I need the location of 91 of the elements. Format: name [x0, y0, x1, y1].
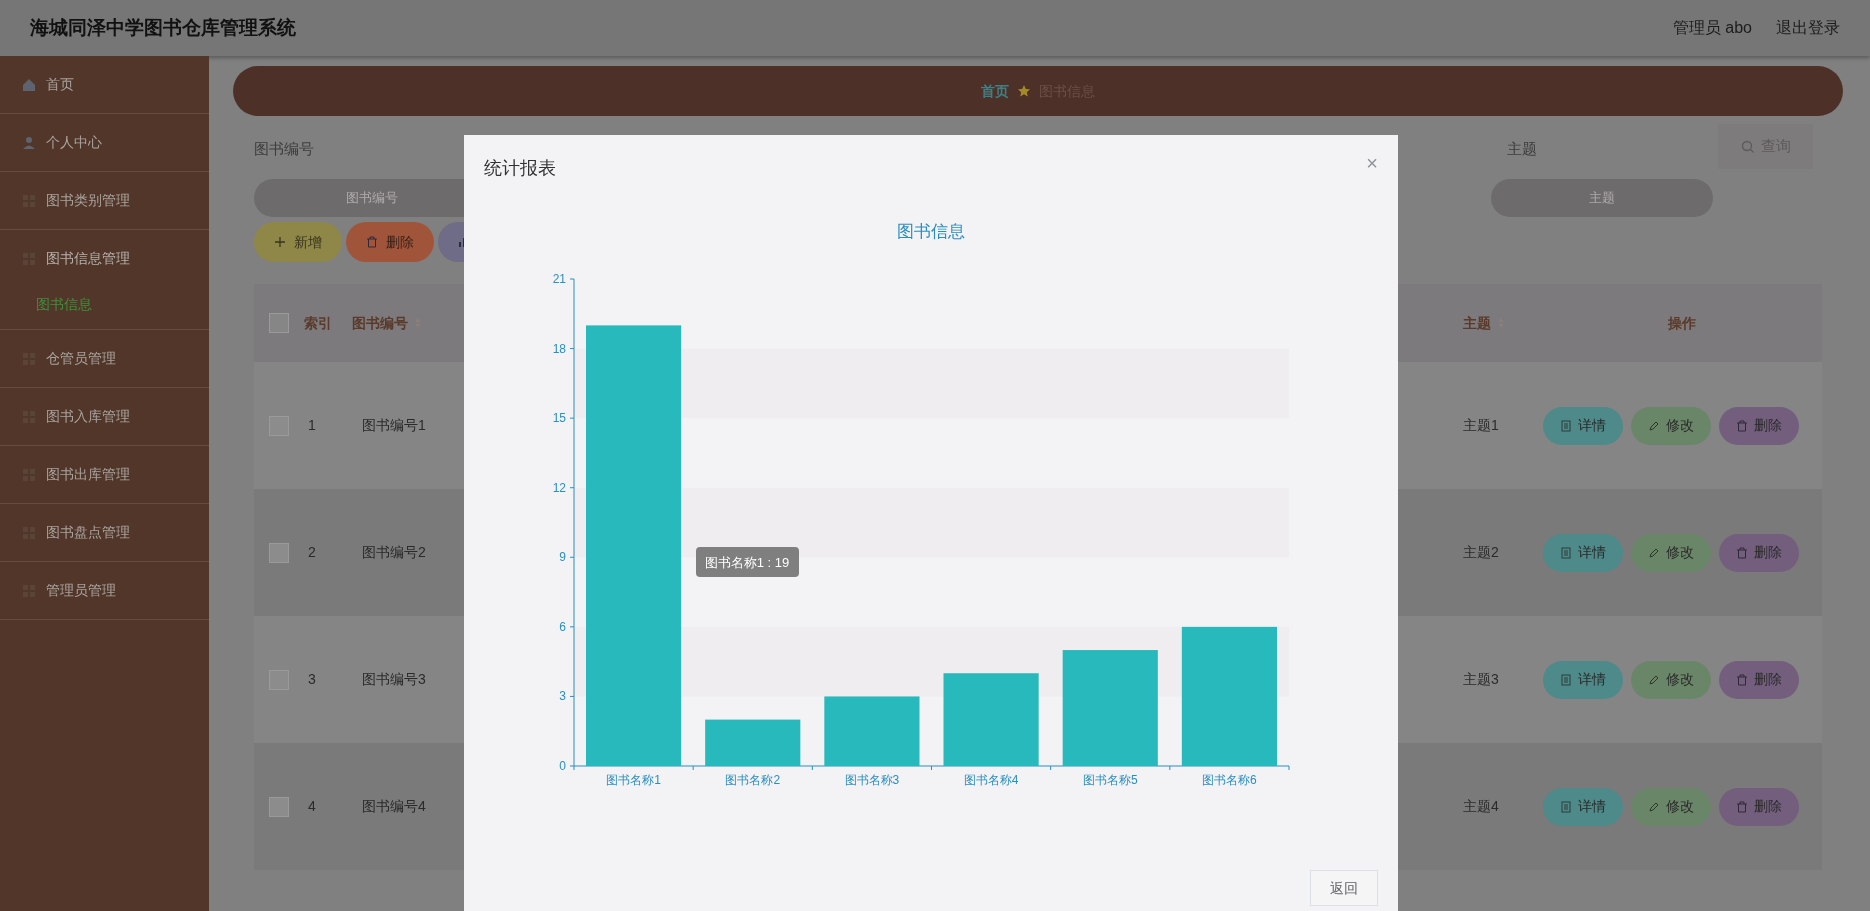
search-icon [1740, 139, 1755, 154]
dialog-title: 统计报表 [484, 156, 556, 180]
document-icon [1560, 546, 1572, 559]
document-icon [1560, 419, 1572, 432]
toolbar-button[interactable]: 新增 [254, 222, 342, 262]
table-cell-text: 主题3 [1463, 670, 1500, 689]
table-cell-text: 3 [307, 670, 317, 689]
trash-icon [1736, 673, 1748, 686]
row-action-button[interactable]: 修改 [1631, 660, 1711, 699]
document-icon [1560, 673, 1572, 686]
field-label: 主题 [1506, 139, 1538, 159]
row-action-button[interactable]: 详情 [1543, 533, 1623, 572]
x-tick-label: 图书名称4 [963, 773, 1019, 787]
trash-icon [1736, 419, 1748, 432]
trash-icon [366, 236, 378, 248]
sidebar-item[interactable]: 图书入库管理 [0, 388, 209, 445]
sidebar-item[interactable]: 图书盘点管理 [0, 504, 209, 561]
pencil-icon [1648, 419, 1660, 432]
toolbar-button[interactable]: 删除 [346, 222, 434, 262]
row-action-button[interactable]: 删除 [1719, 787, 1799, 826]
user-label: 管理员 abo [1672, 18, 1752, 38]
row-action-button[interactable]: 修改 [1631, 406, 1711, 445]
sidebar-item[interactable]: 图书类别管理 [0, 172, 209, 229]
table-cell-text: 1 [307, 416, 317, 435]
sidebar-item[interactable]: 个人中心 [0, 114, 209, 171]
trash-icon [1736, 546, 1748, 559]
y-tick-label: 12 [552, 480, 566, 495]
y-tick-label: 6 [559, 619, 566, 634]
row-action-button[interactable]: 删除 [1719, 533, 1799, 572]
row-action-button[interactable]: 删除 [1719, 406, 1799, 445]
pencil-icon [1648, 546, 1660, 559]
plus-icon [274, 236, 286, 248]
close-button[interactable]: × [1366, 148, 1378, 178]
bar[interactable] [705, 719, 801, 766]
sidebar-item[interactable]: 管理员管理 [0, 562, 209, 619]
field-label: 图书编号 [254, 139, 315, 159]
row-action-button[interactable]: 修改 [1631, 787, 1711, 826]
sidebar-item[interactable]: 仓管员管理 [0, 330, 209, 387]
tooltip: 图书名称1 : 19 [696, 547, 799, 577]
input-field[interactable]: 主题 [1491, 178, 1713, 217]
row-action-button[interactable]: 修改 [1631, 533, 1711, 572]
chart-title: 图书信息 [897, 222, 965, 241]
row-action-button[interactable]: 详情 [1543, 406, 1623, 445]
app-title: 海城同泽中学图书仓库管理系统 [30, 15, 296, 40]
bar[interactable] [586, 325, 682, 766]
bar[interactable] [1181, 626, 1277, 766]
table-cell-text: 主题4 [1463, 797, 1500, 816]
logout-link[interactable]: 退出登录 [1776, 16, 1840, 40]
star-icon [1017, 84, 1031, 98]
table-cell-text: 主题1 [1463, 416, 1500, 435]
column-header: 操作 [1667, 313, 1697, 333]
x-tick-label: 图书名称6 [1202, 773, 1257, 787]
x-tick-label: 图书名称2 [725, 773, 781, 787]
select-all-checkbox[interactable] [269, 313, 289, 333]
pencil-icon [1648, 673, 1660, 686]
return-button[interactable]: 返回 [1310, 870, 1378, 906]
sidebar-item[interactable]: 图书出库管理 [0, 446, 209, 503]
y-tick-label: 9 [559, 550, 566, 565]
sidebar-item[interactable]: 首页 [0, 56, 209, 113]
table-cell-text: 图书编号3 [361, 670, 427, 689]
y-tick-label: 18 [552, 341, 566, 356]
column-header[interactable]: 索引 [304, 312, 352, 334]
trash-icon [1736, 800, 1748, 813]
bar[interactable] [943, 673, 1039, 766]
document-icon [1560, 800, 1572, 813]
row-action-button[interactable]: 详情 [1543, 660, 1623, 699]
user-icon [22, 135, 36, 150]
table-cell-text: 图书编号4 [361, 797, 427, 816]
table-cell-text: 2 [307, 543, 317, 562]
x-tick-label: 图书名称5 [1082, 773, 1138, 787]
table-cell-text: 4 [307, 797, 317, 816]
column-header[interactable]: 主题 [1463, 312, 1491, 334]
row-action-button[interactable]: 详情 [1543, 787, 1623, 826]
y-tick-label: 3 [559, 689, 566, 704]
x-tick-label: 图书名称1 [606, 773, 661, 787]
y-tick-label: 21 [552, 272, 566, 286]
pencil-icon [1648, 800, 1660, 813]
table-cell-text: 图书编号1 [361, 416, 427, 435]
row-action-button[interactable]: 删除 [1719, 660, 1799, 699]
table-cell-text: 主题2 [1463, 543, 1500, 562]
x-tick-label: 图书名称3 [844, 773, 900, 787]
breadcrumb-link[interactable]: 首页 [981, 80, 1009, 102]
home-icon [22, 77, 36, 92]
row-checkbox[interactable] [269, 542, 289, 563]
y-tick-label: 15 [552, 411, 566, 426]
y-tick-label: 0 [559, 759, 566, 773]
row-checkbox[interactable] [269, 796, 289, 817]
table-cell-text: 图书编号2 [361, 543, 427, 562]
bar[interactable] [1062, 650, 1158, 766]
bar[interactable] [824, 696, 920, 766]
column-header[interactable]: 图书编号 [352, 312, 408, 334]
